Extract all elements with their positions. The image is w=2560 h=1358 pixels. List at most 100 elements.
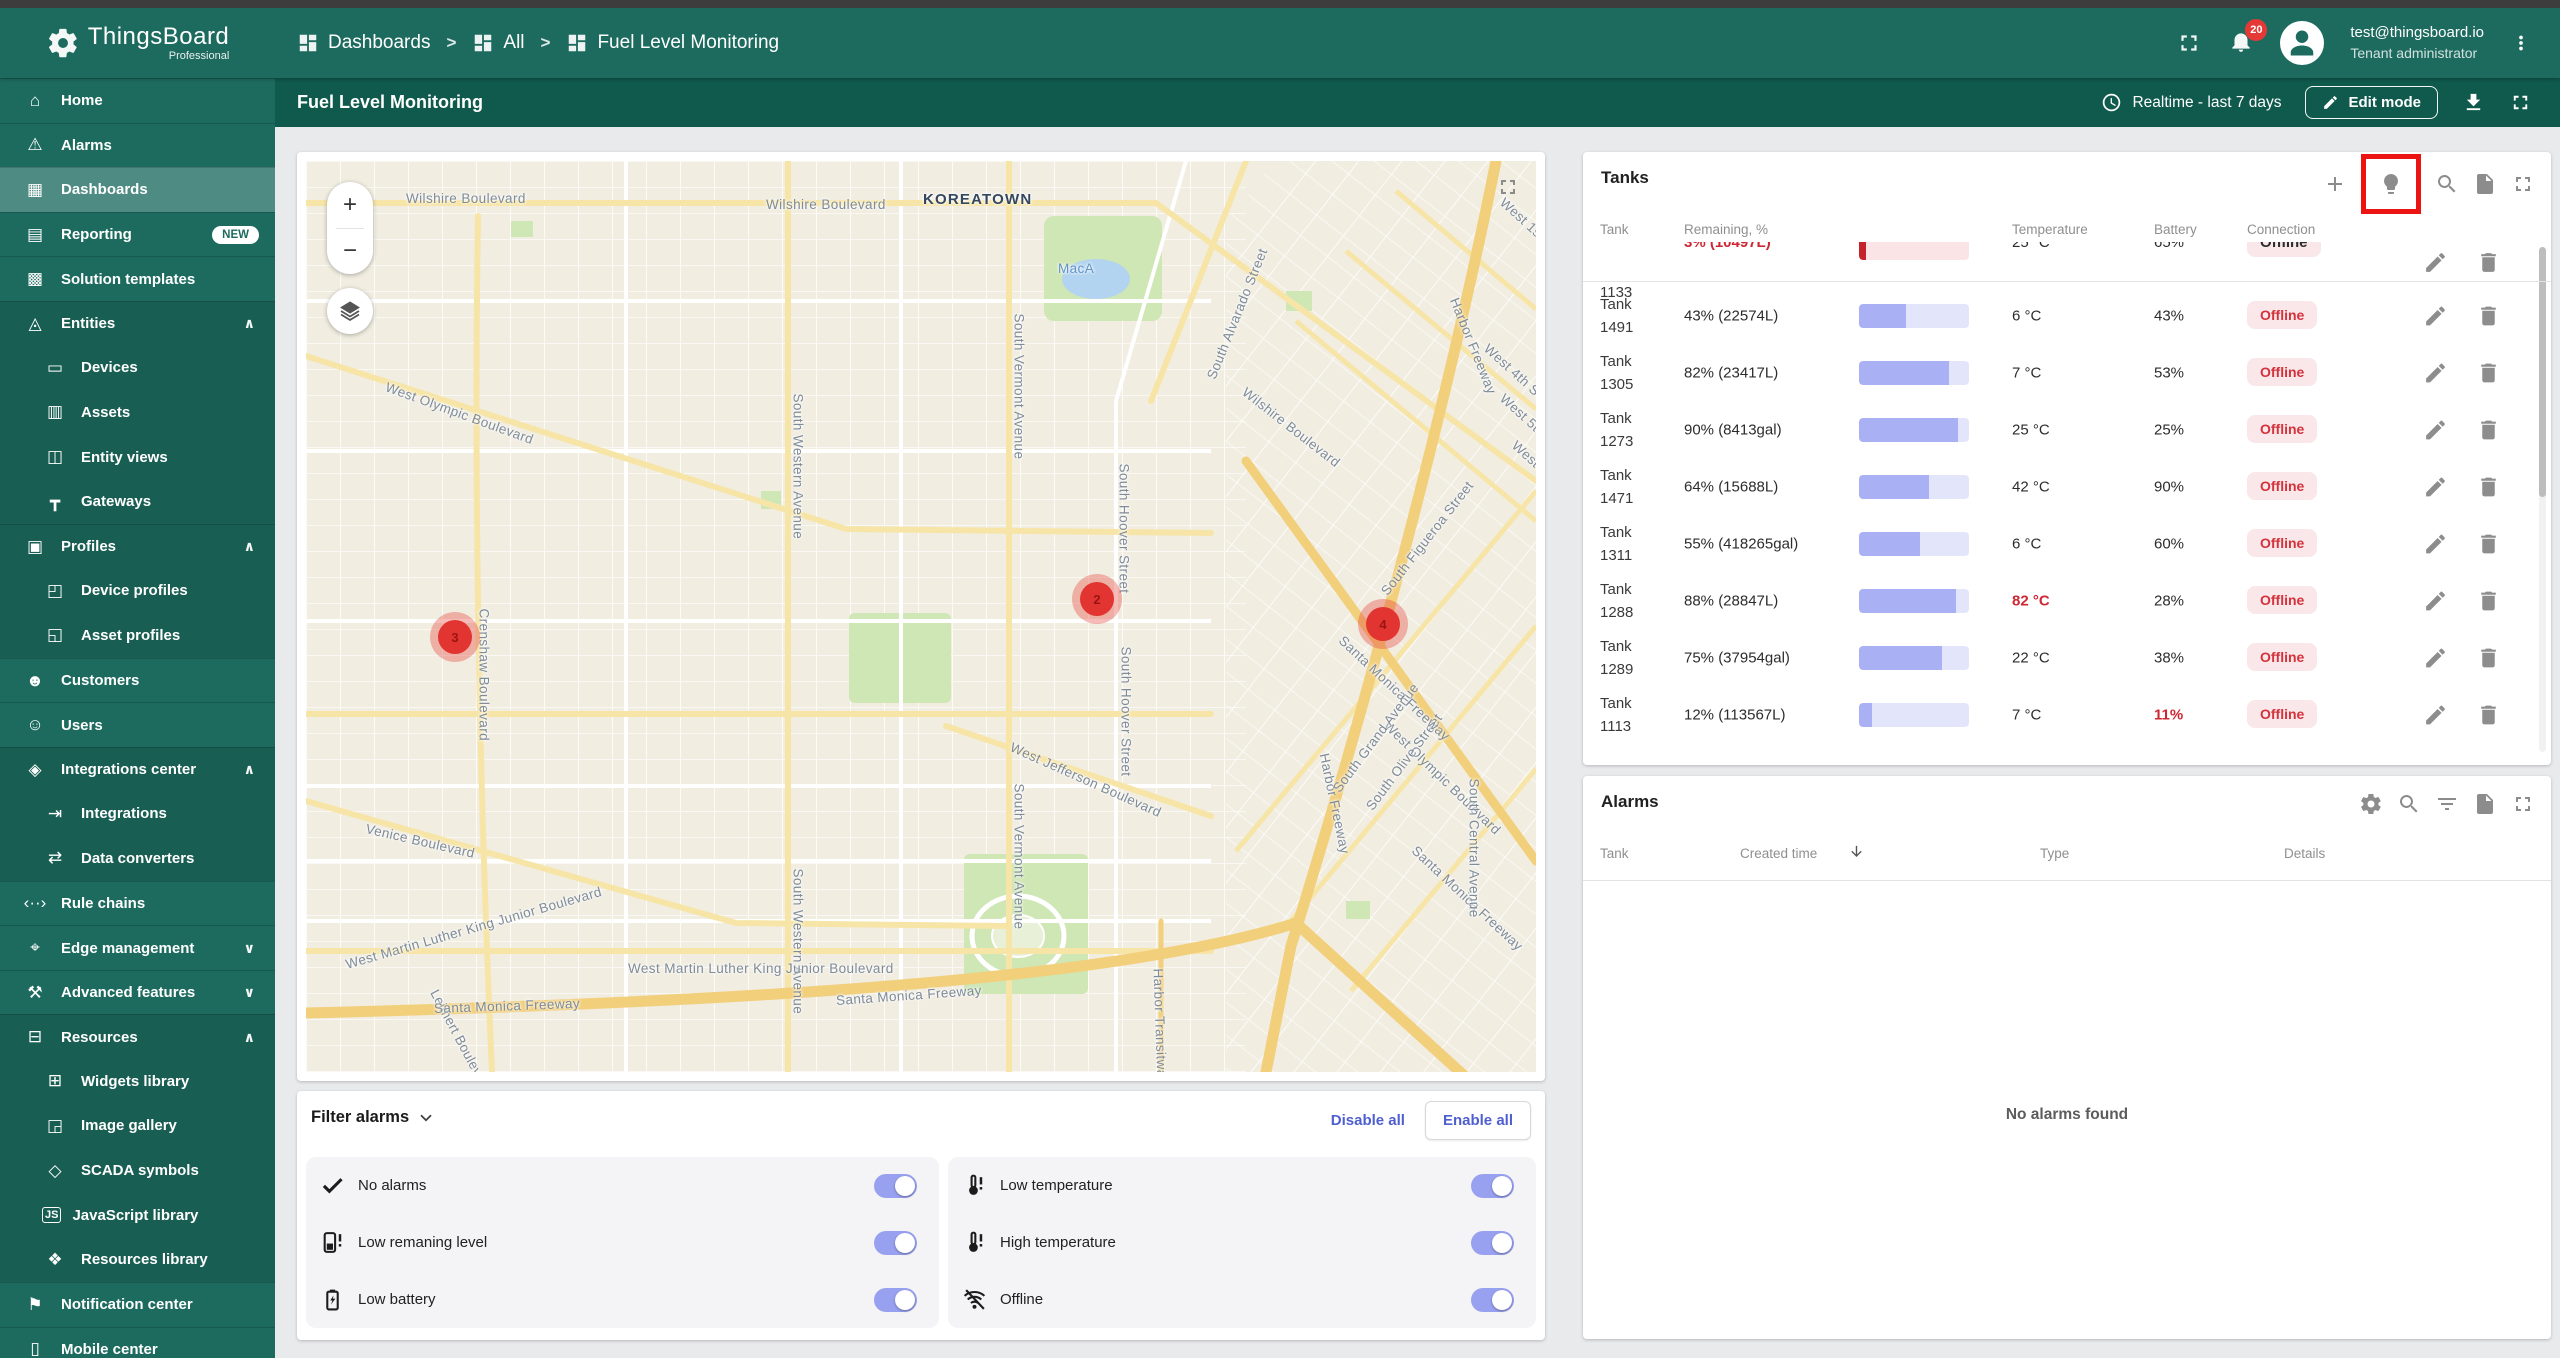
sidebar-item-asset-profiles[interactable]: ◱ Asset profiles [0,613,275,658]
map-marker[interactable]: 4 [1366,607,1400,641]
breadcrumb-dashboards[interactable]: Dashboards [297,32,430,54]
sidebar-item-widgets-library[interactable]: ⊞ Widgets library [0,1059,275,1104]
sidebar-item-data-converters[interactable]: ⇄ Data converters [0,836,275,881]
column-header-created-time[interactable]: Created time [1740,846,1817,861]
delete-row-icon[interactable] [2476,250,2501,275]
sidebar-item-rule-chains[interactable]: ‹··› Rule chains [0,880,275,926]
sidebar-item-entity-views[interactable]: ◫ Entity views [0,434,275,480]
export-icon[interactable] [2473,172,2497,196]
sidebar-item-devices[interactable]: ▭ Devices [0,345,275,391]
widget-fullscreen-icon[interactable] [2511,172,2535,196]
fullscreen-icon[interactable] [2176,30,2202,56]
sidebar-item-profiles[interactable]: ▣ Profiles ∧ [0,523,275,569]
breadcrumb-all[interactable]: All [472,32,525,54]
edit-row-icon[interactable] [2423,360,2448,385]
thingsboard-logo[interactable]: ThingsBoard Professional [0,8,275,78]
table-row[interactable]: Tank 1305 82% (23417L) 7 °C 53% Offline [1583,344,2551,401]
sidebar-item-edge-management[interactable]: ⌖ Edge management ∨ [0,925,275,970]
sidebar-item-alarms[interactable]: ⚠ Alarms [0,122,275,168]
table-row[interactable]: Tank 1273 90% (8413gal) 25 °C 25% Offlin… [1583,401,2551,458]
sidebar-item-notification-center[interactable]: ⚑ Notification center [0,1282,275,1327]
delete-row-icon[interactable] [2476,303,2501,328]
edit-row-icon[interactable] [2423,303,2448,328]
sidebar-item-javascript-library[interactable]: JS JavaScript library [0,1192,275,1238]
time-range-button[interactable]: Realtime - last 7 days [2101,92,2281,113]
table-row-clipped[interactable]: 3% (10497L) 25 °C 65% Offline [1583,242,2551,281]
widget-fullscreen-icon[interactable] [2511,792,2535,816]
column-header-remaining[interactable]: Remaining, % [1684,222,1768,237]
delete-row-icon[interactable] [2476,417,2501,442]
sidebar-item-device-profiles[interactable]: ◰ Device profiles [0,568,275,614]
sidebar-item-scada-symbols[interactable]: ◇ SCADA symbols [0,1148,275,1193]
sidebar-item-mobile-center[interactable]: ▯ Mobile center [0,1326,275,1358]
sidebar-item-image-gallery[interactable]: ◲ Image gallery [0,1103,275,1149]
column-header-temperature[interactable]: Temperature [2012,222,2088,237]
toggle-switch[interactable] [874,1173,917,1198]
sidebar-item-resources[interactable]: ⊟ Resources ∧ [0,1014,275,1060]
sidebar-item-solution-templates[interactable]: ▩ Solution templates [0,256,275,301]
sidebar-item-gateways[interactable]: ┳ Gateways [0,479,275,524]
table-row[interactable]: Tank 1311 55% (418265gal) 6 °C 60% Offli… [1583,515,2551,572]
column-header-battery[interactable]: Battery [2154,222,2197,237]
kebab-menu-icon[interactable] [2510,32,2532,54]
download-icon[interactable] [2462,91,2485,114]
export-icon[interactable] [2473,792,2497,816]
sidebar-item-assets[interactable]: ▥ Assets [0,390,275,435]
sidebar-item-resources-library[interactable]: ❖ Resources library [0,1237,275,1283]
column-header-tank[interactable]: Tank [1600,222,1629,237]
zoom-out-button[interactable]: − [327,229,373,275]
table-row[interactable]: Tank 1471 64% (15688L) 42 °C 90% Offline [1583,458,2551,515]
sidebar-item-integrations[interactable]: ⇥ Integrations [0,791,275,837]
sidebar-item-home[interactable]: ⌂ Home [0,78,275,123]
sidebar-item-customers[interactable]: ☻ Customers [0,657,275,703]
lightbulb-icon[interactable] [2379,172,2403,196]
column-header-connection[interactable]: Connection [2247,222,2315,237]
fullscreen-icon[interactable] [2509,91,2532,114]
search-icon[interactable] [2435,172,2459,196]
edit-row-icon[interactable] [2423,702,2448,727]
delete-row-icon[interactable] [2476,474,2501,499]
table-scrollbar[interactable] [2539,247,2546,752]
table-row[interactable]: Tank 1289 75% (37954gal) 22 °C 38% Offli… [1583,629,2551,686]
edit-row-icon[interactable] [2423,474,2448,499]
filter-icon[interactable] [2435,792,2459,816]
toggle-switch[interactable] [1471,1230,1514,1255]
settings-gear-icon[interactable] [2359,792,2383,816]
table-row[interactable]: Tank 1288 88% (28847L) 82 °C 28% Offline [1583,572,2551,629]
delete-row-icon[interactable] [2476,702,2501,727]
map-fullscreen-icon[interactable] [1496,175,1520,199]
search-icon[interactable] [2397,792,2421,816]
toggle-switch[interactable] [1471,1173,1514,1198]
edit-row-icon[interactable] [2423,531,2448,556]
filter-alarms-title[interactable]: Filter alarms [311,1108,435,1127]
column-header-tank[interactable]: Tank [1600,846,1629,861]
edit-row-icon[interactable] [2423,588,2448,613]
column-header-details[interactable]: Details [2284,846,2325,861]
zoom-in-button[interactable]: + [327,182,373,228]
edit-row-icon[interactable] [2423,250,2448,275]
toggle-switch[interactable] [874,1230,917,1255]
table-row[interactable]: Tank 1491 43% (22574L) 6 °C 43% Offline [1583,287,2551,344]
sidebar-item-reporting[interactable]: ▤ Reporting NEW [0,211,275,257]
table-row[interactable]: Tank 1113 12% (113567L) 7 °C 11% Offline [1583,686,2551,743]
sidebar-item-users[interactable]: ☺ Users [0,702,275,747]
add-tank-button[interactable] [2323,172,2347,196]
delete-row-icon[interactable] [2476,360,2501,385]
toggle-switch[interactable] [1471,1287,1514,1312]
sidebar-item-entities[interactable]: ◬ Entities ∧ [0,300,275,346]
column-header-type[interactable]: Type [2040,846,2069,861]
edit-row-icon[interactable] [2423,645,2448,670]
avatar[interactable] [2280,21,2325,65]
sidebar-item-advanced-features[interactable]: ⚒ Advanced features ∨ [0,969,275,1015]
sidebar-item-dashboards[interactable]: ▦ Dashboards [0,167,275,212]
toggle-switch[interactable] [874,1287,917,1312]
sort-descending-icon[interactable] [1848,843,1865,860]
delete-row-icon[interactable] [2476,645,2501,670]
scrollbar-thumb[interactable] [2539,247,2546,497]
delete-row-icon[interactable] [2476,588,2501,613]
edit-row-icon[interactable] [2423,417,2448,442]
disable-all-button[interactable]: Disable all [1325,1103,1411,1138]
map-layers-button[interactable] [327,288,373,334]
map-marker[interactable]: 2 [1080,582,1114,616]
map-marker[interactable]: 3 [438,620,472,654]
